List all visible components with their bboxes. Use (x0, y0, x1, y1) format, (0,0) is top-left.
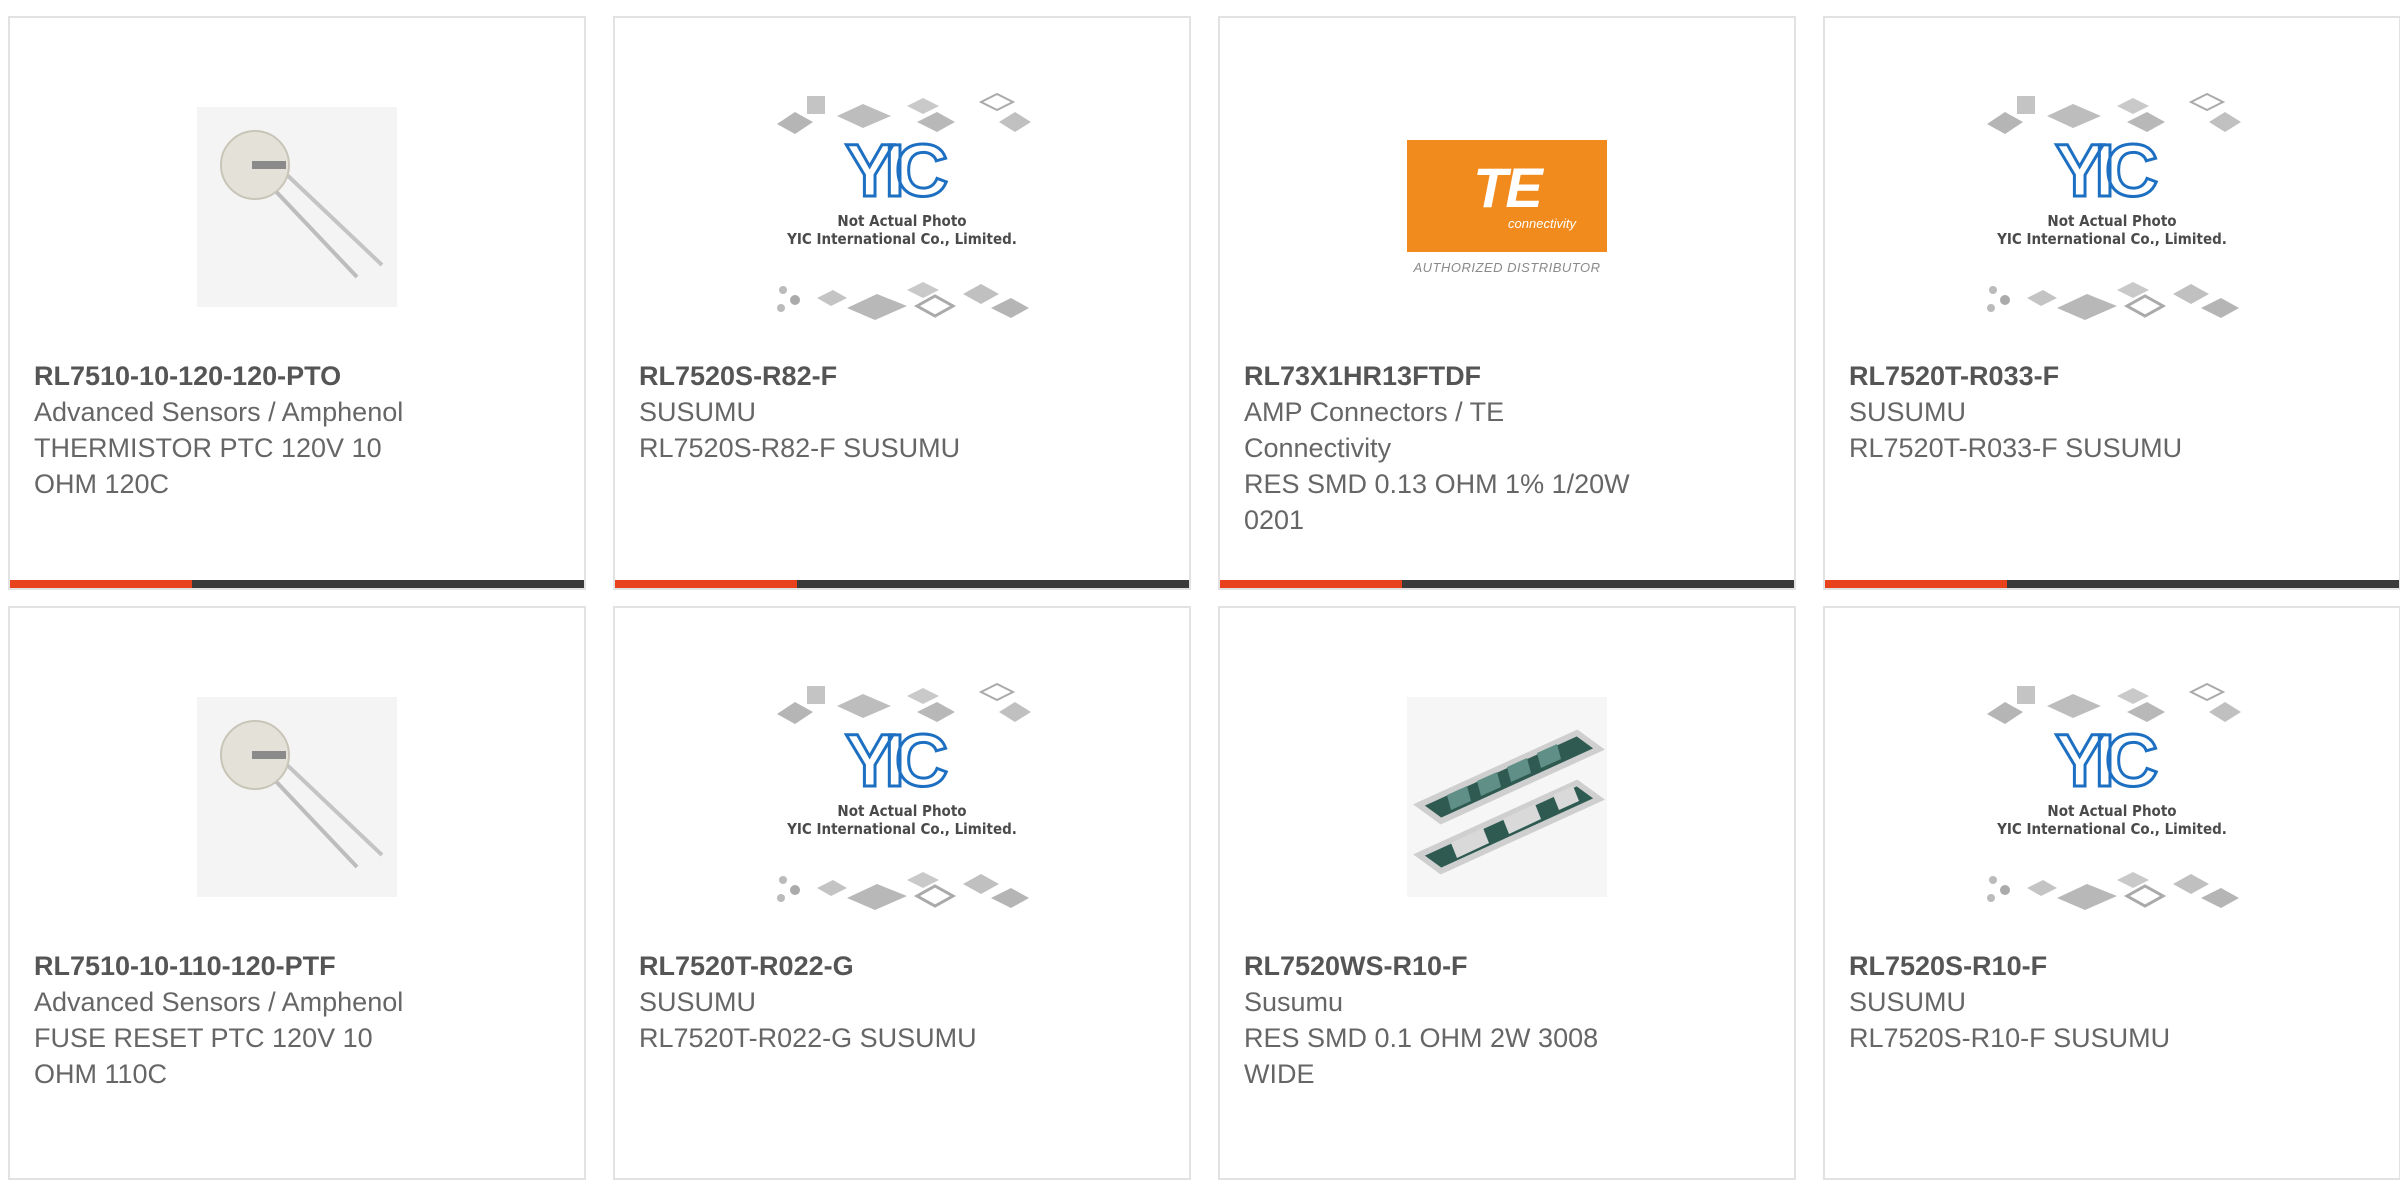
placeholder-line2: YIC International Co., Limited. (787, 230, 1017, 248)
description-line: RL7520T-R022-G SUSUMU (639, 1023, 977, 1053)
product-image[interactable]: YIC Not Actual Photo YIC International C… (1977, 82, 2247, 332)
part-number[interactable]: RL7520WS-R10-F (1244, 948, 1664, 984)
product-image[interactable] (1372, 672, 1642, 922)
te-sub: connectivity (1508, 216, 1576, 231)
part-number[interactable]: RL7520S-R10-F (1849, 948, 2269, 984)
product-image[interactable] (162, 82, 432, 332)
product-info: RL7520S-R82-F SUSUMU RL7520S-R82-F SUSUM… (639, 358, 1059, 466)
yic-logo: YIC (2053, 129, 2159, 212)
product-image[interactable] (162, 672, 432, 922)
description-line: RL7520S-R10-F SUSUMU (1849, 1023, 2171, 1053)
product-image[interactable]: YIC Not Actual Photo YIC International C… (767, 672, 1037, 922)
placeholder-caption: Not Actual Photo YIC International Co., … (1977, 802, 2247, 838)
manufacturer: SUSUMU (1849, 397, 1967, 427)
description-line: RL7520T-R033-F SUSUMU (1849, 433, 2183, 463)
placeholder-caption: Not Actual Photo YIC International Co., … (1977, 212, 2247, 248)
product-grid: RL7510-10-120-120-PTO Advanced Sensors /… (8, 16, 2400, 1180)
description-line: WIDE (1244, 1059, 1315, 1089)
card-bottom-bar (1220, 580, 1794, 588)
description-line: OHM 110C (34, 1059, 168, 1089)
product-info: RL7520WS-R10-F Susumu RES SMD 0.1 OHM 2W… (1244, 948, 1664, 1092)
product-card[interactable]: YIC Not Actual Photo YIC International C… (613, 606, 1191, 1180)
placeholder-caption: Not Actual Photo YIC International Co., … (767, 802, 1037, 838)
product-card[interactable]: YIC Not Actual Photo YIC International C… (613, 16, 1191, 590)
product-card[interactable]: TE connectivity AUTHORIZED DISTRIBUTOR R… (1218, 16, 1796, 590)
authorized-distributor: AUTHORIZED DISTRIBUTOR (1413, 259, 1601, 275)
chips-bottom-icon (1987, 282, 2239, 320)
card-bottom-bar (615, 580, 1189, 588)
te-logo: TE connectivity (1407, 139, 1607, 252)
thermistor-image (197, 697, 397, 897)
product-image[interactable]: TE connectivity AUTHORIZED DISTRIBUTOR (1372, 82, 1642, 332)
te-logo-image: TE connectivity AUTHORIZED DISTRIBUTOR (1407, 139, 1607, 275)
placeholder-caption: Not Actual Photo YIC International Co., … (767, 212, 1037, 248)
product-image[interactable]: YIC Not Actual Photo YIC International C… (767, 82, 1037, 332)
description-line: OHM 120C (34, 469, 170, 499)
product-card[interactable]: YIC Not Actual Photo YIC International C… (1823, 606, 2400, 1180)
product-image[interactable]: YIC Not Actual Photo YIC International C… (1977, 672, 2247, 922)
yic-logo: YIC (843, 129, 949, 212)
product-info: RL7520T-R022-G SUSUMU RL7520T-R022-G SUS… (639, 948, 1059, 1056)
placeholder-line2: YIC International Co., Limited. (787, 820, 1017, 838)
description-line: THERMISTOR PTC 120V 10 (34, 433, 382, 463)
part-number[interactable]: RL73X1HR13FTDF (1244, 358, 1664, 394)
card-bottom-bar (10, 580, 584, 588)
chips-bottom-icon (777, 872, 1029, 910)
product-info: RL7510-10-110-120-PTF Advanced Sensors /… (34, 948, 454, 1092)
yic-placeholder-image: YIC Not Actual Photo YIC International C… (767, 82, 1037, 332)
placeholder-line1: Not Actual Photo (837, 212, 967, 230)
product-info: RL7510-10-120-120-PTO Advanced Sensors /… (34, 358, 454, 502)
card-accent-bar (10, 580, 192, 588)
placeholder-line1: Not Actual Photo (2047, 212, 2177, 230)
yic-placeholder-image: YIC Not Actual Photo YIC International C… (767, 672, 1037, 922)
resistor-image (1407, 697, 1607, 897)
manufacturer: SUSUMU (639, 987, 757, 1017)
description-line: RES SMD 0.13 OHM 1% 1/20W (1244, 469, 1630, 499)
yic-placeholder-image: YIC Not Actual Photo YIC International C… (1977, 672, 2247, 922)
part-number[interactable]: RL7520T-R022-G (639, 948, 1059, 984)
yic-logo: YIC (2053, 719, 2159, 802)
product-card[interactable]: YIC Not Actual Photo YIC International C… (1823, 16, 2400, 590)
product-info: RL73X1HR13FTDF AMP Connectors / TE Conne… (1244, 358, 1664, 538)
manufacturer: SUSUMU (639, 397, 757, 427)
te-mark: TE (1473, 156, 1543, 219)
product-card[interactable]: RL7520WS-R10-F Susumu RES SMD 0.1 OHM 2W… (1218, 606, 1796, 1180)
product-card[interactable]: RL7510-10-120-120-PTO Advanced Sensors /… (8, 16, 586, 590)
yic-logo: YIC (843, 719, 949, 802)
manufacturer: Advanced Sensors / Amphenol (34, 397, 404, 427)
placeholder-line2: YIC International Co., Limited. (1997, 230, 2227, 248)
part-number[interactable]: RL7520S-R82-F (639, 358, 1059, 394)
placeholder-line2: YIC International Co., Limited. (1997, 820, 2227, 838)
description-line: 0201 (1244, 505, 1305, 535)
product-info: RL7520S-R10-F SUSUMU RL7520S-R10-F SUSUM… (1849, 948, 2269, 1056)
placeholder-line1: Not Actual Photo (837, 802, 967, 820)
manufacturer: Advanced Sensors / Amphenol (34, 987, 404, 1017)
manufacturer: AMP Connectors / TE (1244, 397, 1505, 427)
manufacturer: Susumu (1244, 987, 1344, 1017)
yic-placeholder-image: YIC Not Actual Photo YIC International C… (1977, 82, 2247, 332)
chips-bottom-icon (777, 282, 1029, 320)
part-number[interactable]: RL7510-10-110-120-PTF (34, 948, 454, 984)
card-bottom-bar (1825, 580, 2399, 588)
card-accent-bar (1220, 580, 1402, 588)
manufacturer: SUSUMU (1849, 987, 1967, 1017)
card-accent-bar (1825, 580, 2007, 588)
chips-bottom-icon (1987, 872, 2239, 910)
product-info: RL7520T-R033-F SUSUMU RL7520T-R033-F SUS… (1849, 358, 2269, 466)
product-card[interactable]: RL7510-10-110-120-PTF Advanced Sensors /… (8, 606, 586, 1180)
description-line: RES SMD 0.1 OHM 2W 3008 (1244, 1023, 1599, 1053)
manufacturer: Connectivity (1244, 433, 1392, 463)
description-line: FUSE RESET PTC 120V 10 (34, 1023, 373, 1053)
placeholder-line1: Not Actual Photo (2047, 802, 2177, 820)
description-line: RL7520S-R82-F SUSUMU (639, 433, 961, 463)
card-accent-bar (615, 580, 797, 588)
part-number[interactable]: RL7510-10-120-120-PTO (34, 358, 454, 394)
thermistor-image (197, 107, 397, 307)
part-number[interactable]: RL7520T-R033-F (1849, 358, 2269, 394)
